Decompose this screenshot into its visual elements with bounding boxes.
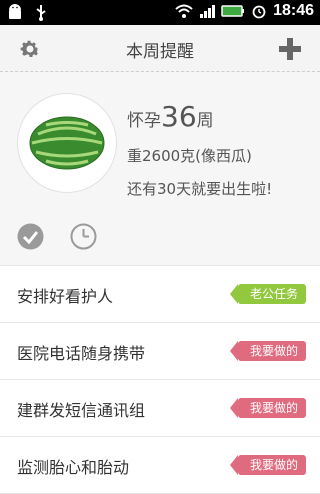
status-bar: 18:46 [0,0,320,25]
pregnancy-week: 怀孕36周 [127,100,272,133]
task-tag: 老公任务 [229,284,306,304]
clock-icon[interactable] [70,223,97,250]
days-countdown: 还有30天就要出生啦! [127,180,273,198]
pregnancy-summary: 怀孕36周 重2600克(像西瓜) 还有30天就要出生啦! [0,72,320,213]
task-label: 建群发短信通讯组 [17,401,146,420]
task-tag: 我要做的 [229,455,306,475]
header-bar: 本周提醒 [0,25,320,72]
battery-icon [221,5,245,17]
plus-icon[interactable] [278,37,302,61]
task-tag: 我要做的 [229,341,306,361]
fruit-avatar [17,93,117,193]
alarm-icon [252,5,266,19]
task-label: 监测胎心和胎动 [17,458,130,477]
status-time: 18:46 [273,2,314,19]
signal-icon [200,5,216,18]
page-title: 本周提醒 [126,42,194,62]
task-label: 安排好看护人 [17,287,114,306]
usb-icon [36,5,46,21]
week-suffix: 周 [196,111,214,131]
task-list: 安排好看护人 老公任务 医院电话随身携带 我要做的 建群发短信通讯组 我要做的 … [0,266,320,494]
week-number: 36 [161,100,197,133]
check-icon[interactable] [17,223,44,250]
task-item[interactable]: 监测胎心和胎动 我要做的 [0,437,320,494]
android-icon [9,4,21,19]
task-item[interactable]: 安排好看护人 老公任务 [0,266,320,323]
task-label: 医院电话随身携带 [17,344,146,363]
filter-actions [0,213,320,266]
wifi-icon [175,4,193,18]
baby-weight: 重2600克(像西瓜) [127,147,252,165]
task-tag: 我要做的 [229,398,306,418]
task-item[interactable]: 医院电话随身携带 我要做的 [0,323,320,380]
watermelon-icon [29,116,105,170]
week-prefix: 怀孕 [127,111,161,131]
task-item[interactable]: 建群发短信通讯组 我要做的 [0,380,320,437]
